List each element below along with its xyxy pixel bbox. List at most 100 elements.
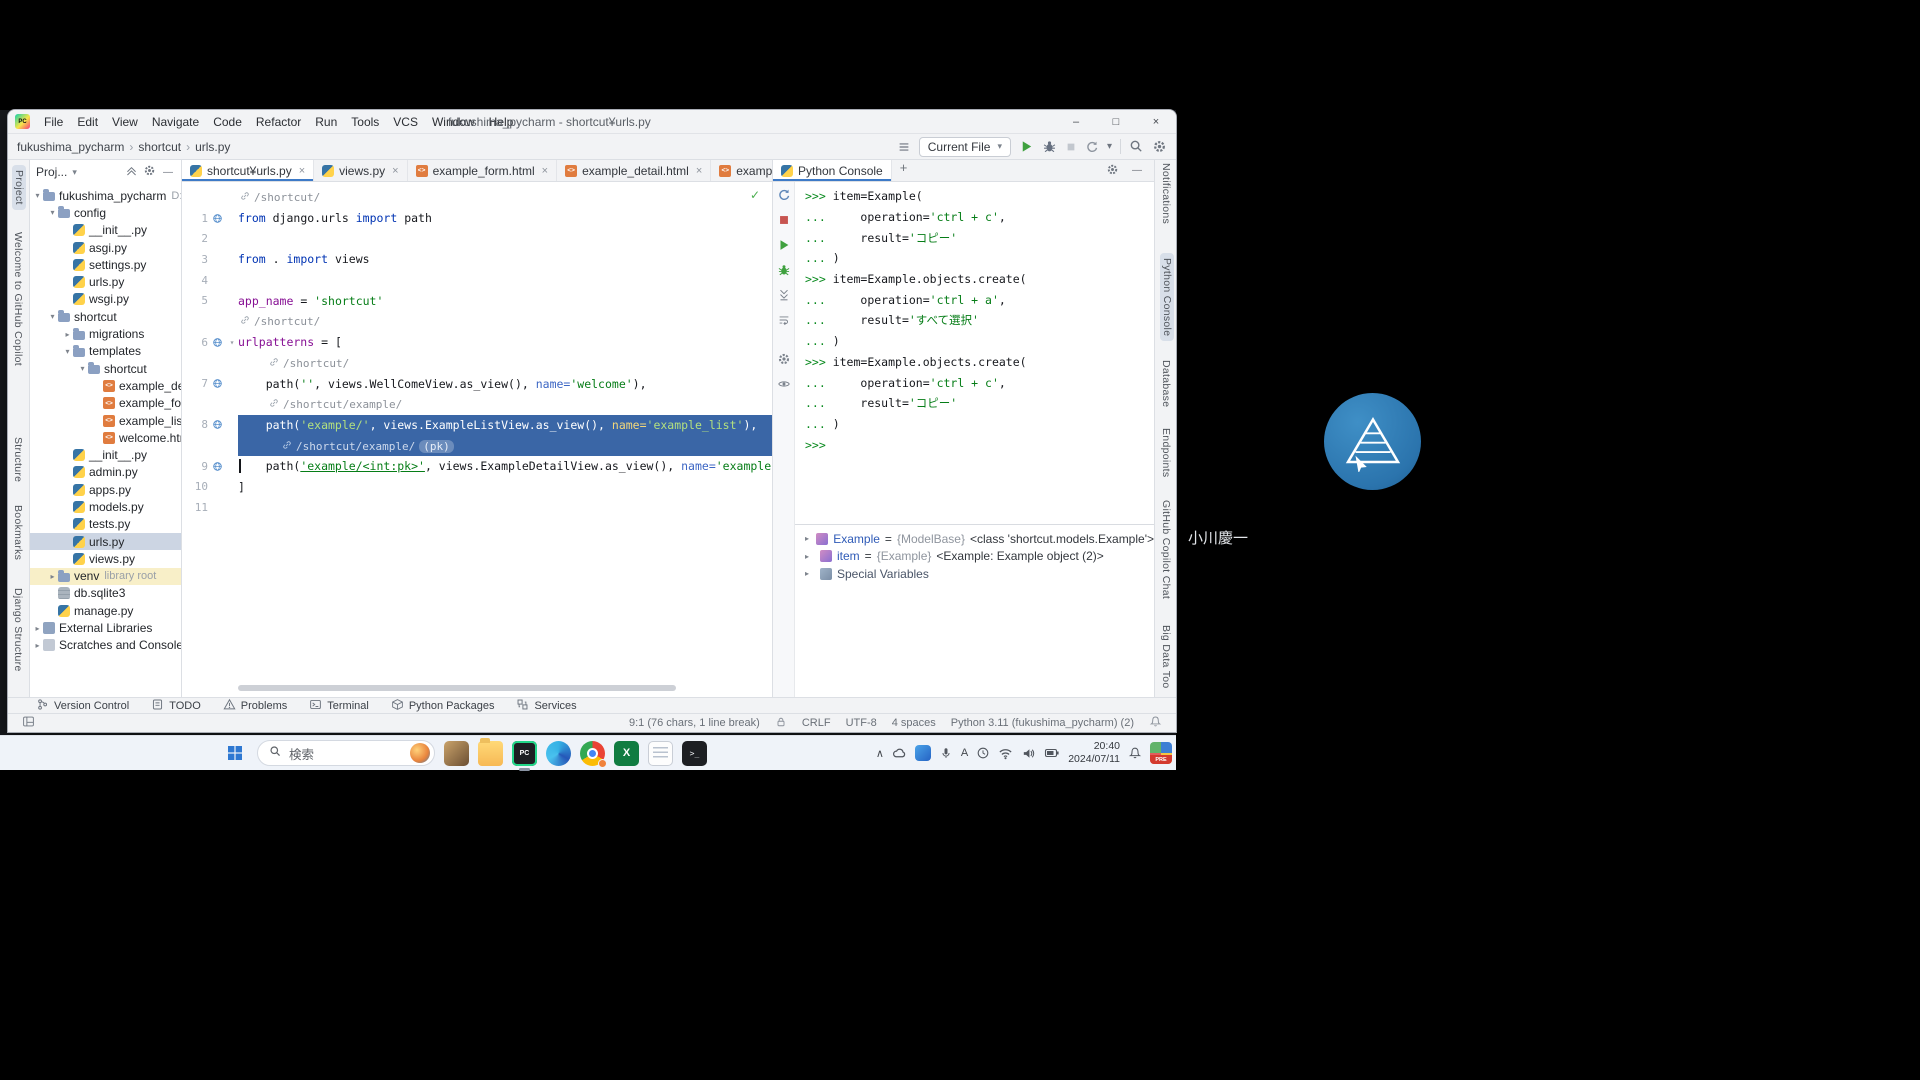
taskbar-app-photos[interactable]: [444, 741, 469, 766]
tool-stripe-github-copilot-chat[interactable]: GitHub Copilot Chat: [1160, 500, 1172, 599]
taskbar-app-pycharm[interactable]: PC: [512, 741, 537, 766]
taskbar-app-pre[interactable]: PRE: [1150, 742, 1172, 764]
menu-tools[interactable]: Tools: [344, 112, 386, 132]
python-console-tab[interactable]: Python Console: [773, 160, 892, 181]
project-tree-item[interactable]: example_deta: [30, 377, 181, 394]
toolwindow-services[interactable]: Services: [516, 698, 576, 714]
hide-console-icon[interactable]: —: [1128, 165, 1146, 176]
close-tab-icon[interactable]: ×: [299, 165, 305, 177]
project-tree-item[interactable]: manage.py: [30, 602, 181, 619]
django-url-gutter-icon[interactable]: [208, 419, 226, 430]
editor-line[interactable]: 7 path('', views.WellComeView.as_view(),…: [182, 373, 772, 394]
project-tree-item[interactable]: __init__.py: [30, 222, 181, 239]
django-url-gutter-icon[interactable]: [208, 213, 226, 224]
toolwindow-python-packages[interactable]: Python Packages: [391, 698, 495, 714]
panel-options-icon[interactable]: [143, 164, 156, 180]
inspections-ok-icon[interactable]: ✓: [750, 188, 760, 202]
gear-icon[interactable]: [777, 352, 791, 369]
taskbar-app-excel[interactable]: X: [614, 741, 639, 766]
toolwindow-terminal[interactable]: Terminal: [309, 698, 369, 714]
editor-line[interactable]: 2: [182, 228, 772, 249]
menu-view[interactable]: View: [105, 112, 145, 132]
line-ending-widget[interactable]: CRLF: [802, 717, 831, 729]
menu-code[interactable]: Code: [206, 112, 249, 132]
caret-position-widget[interactable]: 9:1 (76 chars, 1 line break): [629, 717, 760, 729]
project-tree-item[interactable]: admin.py: [30, 464, 181, 481]
editor-line[interactable]: 6▾urlpatterns = [: [182, 332, 772, 353]
editor-line[interactable]: 5app_name = 'shortcut': [182, 290, 772, 311]
editor-inlay-line[interactable]: /shortcut/example/: [182, 394, 772, 415]
project-tree-item[interactable]: settings.py: [30, 256, 181, 273]
editor-inlay-line[interactable]: /shortcut/: [182, 353, 772, 374]
variable-row[interactable]: ▸Example = {ModelBase} <class 'shortcut.…: [795, 530, 1154, 548]
tool-stripe-database[interactable]: Database: [1160, 360, 1172, 407]
stop-icon[interactable]: [1065, 141, 1077, 153]
close-tab-icon[interactable]: ×: [542, 165, 548, 177]
indent-widget[interactable]: 4 spaces: [892, 717, 936, 729]
project-tree-item[interactable]: ▾fukushima_pycharmD:¥pro: [30, 187, 181, 204]
project-tree-item[interactable]: urls.py: [30, 533, 181, 550]
search-everywhere-icon[interactable]: [1129, 139, 1144, 154]
editor-line[interactable]: 9 path('example/<int:pk>', views.Example…: [182, 456, 772, 477]
softwrap-icon[interactable]: [777, 313, 791, 330]
ime-indicator[interactable]: A: [961, 747, 968, 759]
tray-app-icon[interactable]: [915, 745, 931, 761]
editor-line[interactable]: 10]: [182, 477, 772, 498]
editor-inlay-line[interactable]: /shortcut/: [182, 311, 772, 332]
taskbar-search-box[interactable]: 検索: [257, 740, 435, 766]
collapse-all-icon[interactable]: [125, 164, 138, 180]
run-icon[interactable]: [1019, 139, 1034, 154]
breadcrumb-item[interactable]: fukushima_pycharm: [17, 140, 124, 154]
editor-inlay-line[interactable]: /shortcut/example/(pk): [182, 435, 772, 456]
editor-line[interactable]: 1from django.urls import path: [182, 208, 772, 229]
tool-stripe-big-data-too[interactable]: Big Data Too: [1160, 625, 1172, 689]
close-tab-icon[interactable]: ×: [392, 165, 398, 177]
django-url-gutter-icon[interactable]: [208, 378, 226, 389]
horizontal-scrollbar[interactable]: [238, 685, 676, 691]
readonly-lock-icon[interactable]: [775, 716, 787, 731]
editor-inlay-line[interactable]: /shortcut/: [182, 187, 772, 208]
debug-icon[interactable]: [1042, 139, 1057, 154]
taskbar-app-terminal[interactable]: >_: [682, 741, 707, 766]
close-icon[interactable]: ×: [1136, 110, 1176, 133]
project-panel-title[interactable]: Proj...: [36, 165, 67, 179]
project-tree-item[interactable]: ▸Scratches and Consoles: [30, 637, 181, 654]
encoding-widget[interactable]: UTF-8: [846, 717, 877, 729]
play-icon[interactable]: [777, 238, 791, 255]
project-tree-item[interactable]: ▾shortcut: [30, 360, 181, 377]
clock-widget[interactable]: 20:40 2024/07/11: [1068, 740, 1120, 766]
close-tab-icon[interactable]: ×: [696, 165, 702, 177]
editor-line[interactable]: 8 path('example/', views.ExampleListView…: [182, 415, 772, 436]
onedrive-icon[interactable]: [892, 746, 907, 761]
editor-tab[interactable]: example_form.html×: [408, 160, 557, 181]
project-tree-item[interactable]: tests.py: [30, 516, 181, 533]
restart-icon[interactable]: [777, 188, 791, 205]
project-tree-item[interactable]: db.sqlite3: [30, 585, 181, 602]
tool-stripe-endpoints[interactable]: Endpoints: [1160, 428, 1172, 477]
project-tree-item[interactable]: example_list.h: [30, 412, 181, 429]
tool-stripe-notifications[interactable]: Notifications: [1160, 163, 1172, 224]
toolwindow-todo[interactable]: TODO: [151, 698, 201, 714]
menu-navigate[interactable]: Navigate: [145, 112, 206, 132]
stop-icon[interactable]: [777, 213, 791, 230]
project-tree-item[interactable]: asgi.py: [30, 239, 181, 256]
variable-row[interactable]: ▸Special Variables: [795, 565, 1154, 583]
project-tree-item[interactable]: ▾config: [30, 204, 181, 221]
tool-stripe-welcome-to-github-copilot[interactable]: Welcome to GitHub Copilot: [12, 232, 24, 366]
taskbar-app-chrome[interactable]: [580, 741, 605, 766]
editor-tab[interactable]: views.py×: [314, 160, 407, 181]
project-tree-item[interactable]: wsgi.py: [30, 291, 181, 308]
breadcrumb-item[interactable]: urls.py: [195, 140, 230, 154]
toolwindow-layout-icon[interactable]: [22, 715, 35, 731]
run-config-selector[interactable]: Current File ▾: [919, 137, 1011, 157]
speaker-icon[interactable]: [1021, 746, 1036, 761]
variable-row[interactable]: ▸item = {Example} <Example: Example obje…: [795, 548, 1154, 566]
rerun-icon[interactable]: [1085, 140, 1099, 154]
minimize-icon[interactable]: –: [1056, 110, 1096, 133]
taskbar-app-notepad[interactable]: [648, 741, 673, 766]
new-console-icon[interactable]: +: [900, 160, 908, 181]
scrollend-icon[interactable]: [777, 288, 791, 305]
breadcrumb-item[interactable]: shortcut: [138, 140, 181, 154]
tray-chevron-up-icon[interactable]: ∧: [876, 747, 884, 760]
project-tree-item[interactable]: ▾shortcut: [30, 308, 181, 325]
